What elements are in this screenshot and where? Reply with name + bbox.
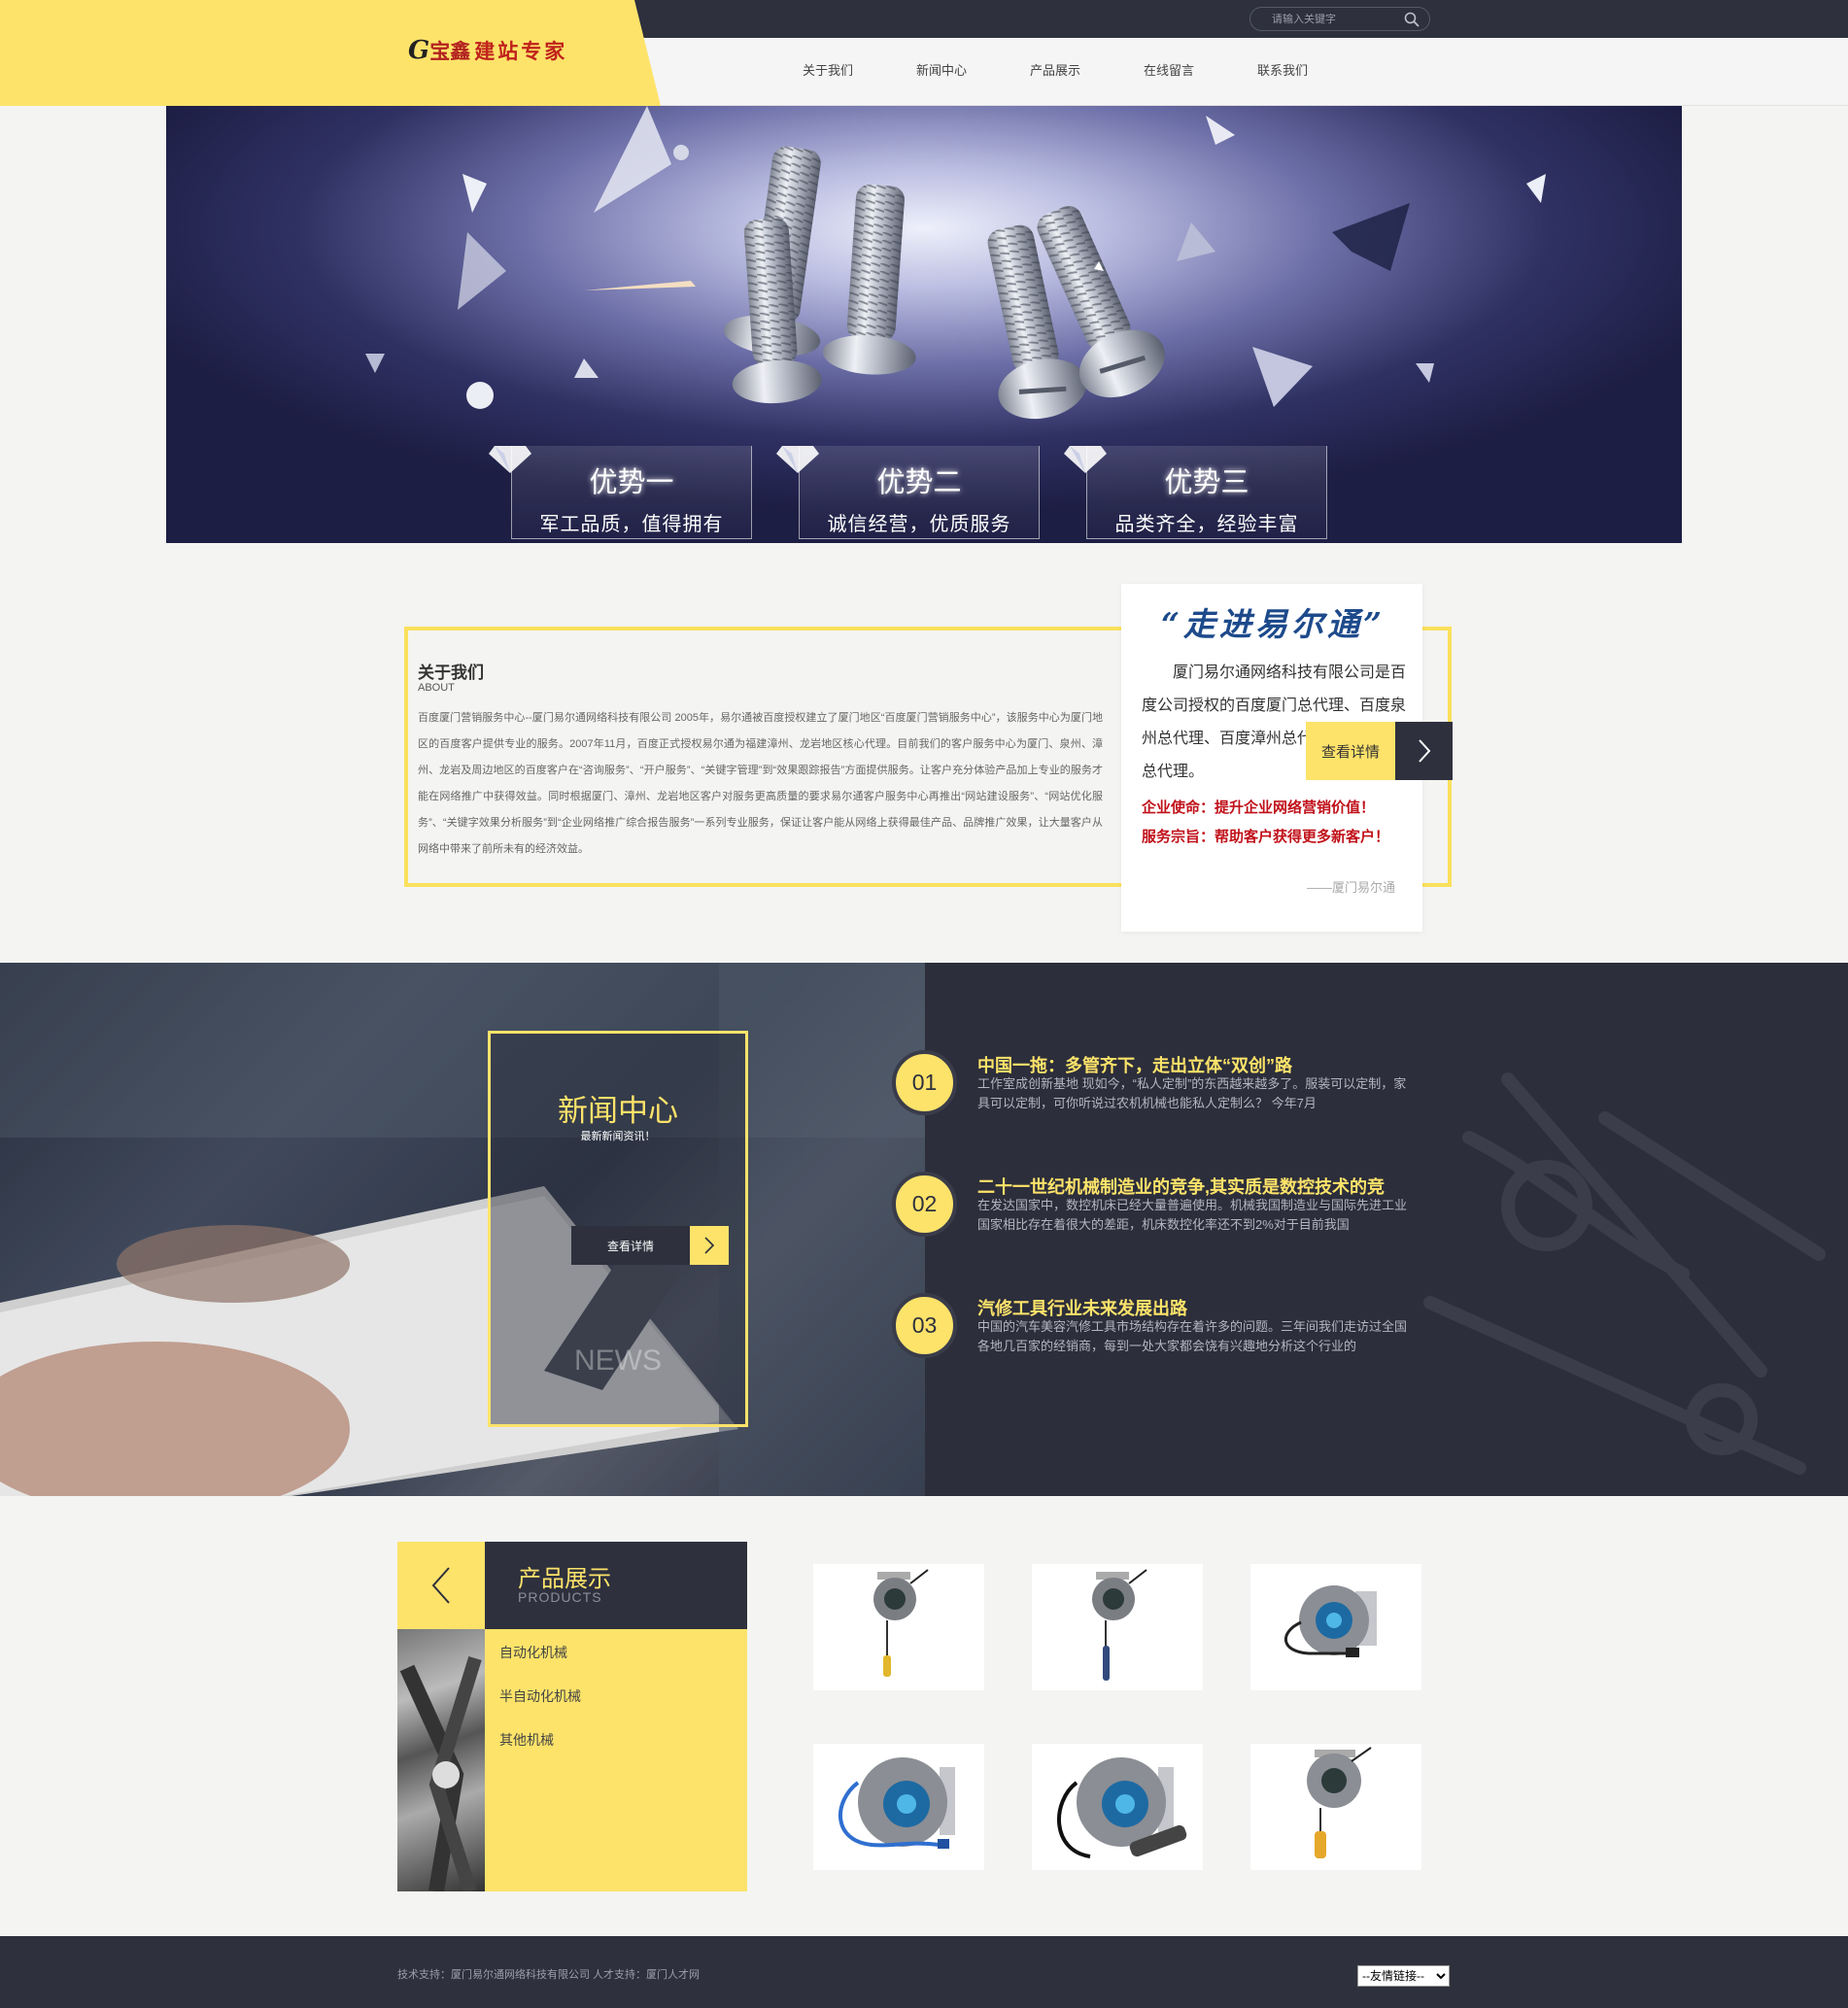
logo-g-letter: G	[408, 36, 430, 65]
about-title: 关于我们	[418, 664, 484, 682]
logo-mark: 宝鑫	[429, 39, 471, 63]
hose-reel-image	[838, 1757, 955, 1849]
intro-title: “走进易尔通”	[1161, 605, 1386, 643]
about-subtitle: ABOUT	[418, 682, 455, 694]
news-number-3[interactable]: 03	[892, 1293, 957, 1358]
nav-about[interactable]: 关于我们	[803, 60, 853, 79]
news-photo	[0, 963, 925, 1496]
advantage-title: 优势一	[589, 465, 674, 498]
news-more-button[interactable]: 查看详情	[571, 1226, 729, 1265]
hose-reel-image	[1283, 1585, 1377, 1657]
cable-reel-image	[1057, 1757, 1187, 1858]
about-more-label: 查看详情	[1306, 722, 1395, 780]
news-number-2[interactable]: 02	[892, 1172, 957, 1237]
category-other[interactable]: 其他机械	[499, 1730, 554, 1750]
nav-news[interactable]: 新闻中心	[916, 60, 967, 79]
news-desc-3: 中国的汽车美容汽修工具市场结构存在着许多的问题。三年间我们走访过全国各地几百家的…	[977, 1319, 1408, 1353]
products-title: 产品展示	[518, 1566, 611, 1592]
chevron-left-icon	[431, 1567, 450, 1604]
cable-reel-image	[1307, 1747, 1372, 1858]
advantage-title: 优势二	[876, 465, 962, 498]
workshop-photo	[0, 963, 925, 1496]
advantage-desc: 品类齐全，经验丰富	[1114, 514, 1299, 535]
nav-message[interactable]: 在线留言	[1144, 60, 1194, 79]
search-input[interactable]	[1250, 13, 1396, 25]
news-heading: 新闻中心	[558, 1094, 678, 1128]
purpose-text: 服务宗旨：帮助客户获得更多新客户！	[1142, 829, 1390, 845]
product-thumb-5[interactable]	[1032, 1744, 1203, 1870]
signature: ——厦门易尔通	[1307, 880, 1396, 895]
product-thumb-3[interactable]	[1250, 1564, 1421, 1690]
hero-banner: 优势一 军工品质，值得拥有 优势二 诚信经营，优质服务 优势三 品类齐全，经验丰…	[166, 106, 1682, 543]
products-prev-button[interactable]	[397, 1542, 485, 1629]
cable-reel-image	[1092, 1569, 1147, 1681]
advantage-card-3: 优势三 品类齐全，经验丰富	[1064, 446, 1327, 539]
diamond-icon	[489, 446, 531, 473]
news-desc-2: 在发达国家中，数控机床已经大量普遍使用。机械我国制造业与国际先进工业国家相比存在…	[977, 1198, 1408, 1232]
category-semi-automated[interactable]: 半自动化机械	[499, 1686, 581, 1706]
news-number-1[interactable]: 01	[892, 1050, 957, 1115]
diamond-icon	[1064, 446, 1107, 473]
news-desc-1: 工作室成创新基地 现如今，“私人定制”的东西越来越多了。服装可以定制，家具可以定…	[977, 1076, 1407, 1110]
nav-products[interactable]: 产品展示	[1030, 60, 1080, 79]
friend-links-select[interactable]: --友情链接--	[1357, 1965, 1450, 1987]
search-box	[1249, 7, 1430, 31]
logo-text: 建站专家	[474, 39, 568, 63]
product-thumb-6[interactable]	[1250, 1744, 1421, 1870]
about-more-button[interactable]: 查看详情	[1306, 722, 1453, 780]
products-category-menu	[485, 1629, 747, 1891]
advantage-desc: 诚信经营，优质服务	[827, 514, 1011, 535]
product-thumb-1[interactable]	[813, 1564, 984, 1690]
footer-text: 技术支持：厦门易尔通网络科技有限公司 人才支持：厦门人才网	[397, 1969, 701, 1981]
nav-contact[interactable]: 联系我们	[1257, 60, 1308, 79]
diamond-icon	[776, 446, 819, 473]
footer	[0, 1936, 1848, 2008]
chevron-right-icon	[690, 1226, 729, 1265]
about-text: 百度厦门营销服务中心--厦门易尔通网络科技有限公司 2005年，易尔通被百度授权…	[418, 712, 1103, 855]
product-thumb-2[interactable]	[1032, 1564, 1203, 1690]
pliers-photo	[397, 1629, 485, 1891]
advantage-card-2: 优势二 诚信经营，优质服务	[776, 446, 1040, 539]
advantage-desc: 军工品质，值得拥有	[539, 514, 724, 535]
mission-text: 企业使命：提升企业网络营销价值！	[1142, 800, 1376, 816]
products-subtitle: PRODUCTS	[518, 1589, 602, 1605]
advantage-card-1: 优势一 军工品质，值得拥有	[489, 446, 752, 539]
category-automated[interactable]: 自动化机械	[499, 1643, 567, 1662]
cable-reel-image	[873, 1569, 929, 1677]
news-watermark: NEWS	[574, 1344, 662, 1377]
advantage-title: 优势三	[1164, 465, 1249, 498]
news-subheading: 最新新闻资讯！	[580, 1131, 656, 1142]
product-thumb-4[interactable]	[813, 1744, 984, 1870]
site-logo[interactable]: G 宝鑫 建站专家	[408, 33, 567, 68]
search-icon[interactable]	[1404, 12, 1420, 27]
news-more-label: 查看详情	[571, 1226, 690, 1265]
chevron-right-icon	[1395, 722, 1453, 780]
